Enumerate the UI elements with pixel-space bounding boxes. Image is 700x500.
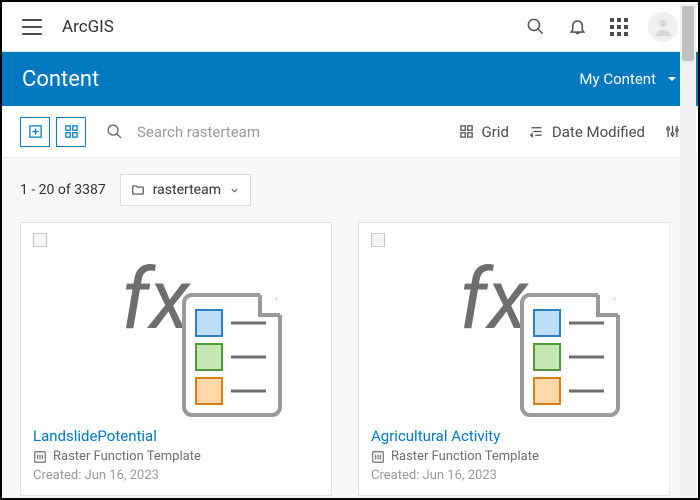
global-topbar: ArcGIS (2, 2, 698, 52)
filter-button[interactable] (665, 124, 680, 139)
content-banner: Content My Content (2, 52, 698, 106)
card-thumbnail: fx (33, 251, 319, 419)
folder-dropdown[interactable]: rasterteam (120, 174, 251, 206)
search-input[interactable] (137, 123, 447, 141)
card-date: Created: Jun 16, 2023 (371, 468, 657, 483)
card-subtitle: Raster Function Template (53, 449, 201, 464)
sliders-icon (665, 124, 680, 139)
card-title: LandslidePotential (33, 427, 319, 445)
item-card[interactable]: fx Agricultural Activity Raster Function… (358, 222, 670, 496)
page-title: Content (22, 67, 99, 92)
template-icon (371, 450, 385, 464)
sort-dropdown[interactable]: Date Modified (529, 123, 645, 141)
sort-label: Date Modified (552, 123, 645, 141)
content-toolbar: Grid Date Modified (2, 106, 698, 158)
result-count: 1 - 20 of 3387 (20, 182, 106, 198)
brand-label: ArcGIS (62, 17, 114, 37)
grid-toggle[interactable]: Grid (459, 123, 509, 141)
my-content-label: My Content (579, 70, 656, 88)
sort-icon (529, 124, 544, 139)
bell-icon[interactable] (556, 17, 598, 36)
caret-down-icon (666, 73, 678, 85)
apps-icon[interactable] (598, 18, 640, 36)
svg-text:fx: fx (459, 250, 529, 349)
avatar[interactable] (648, 12, 678, 42)
scrollbar-thumb[interactable] (682, 6, 694, 61)
template-icon (33, 450, 47, 464)
grid-icon (459, 124, 474, 139)
card-thumbnail: fx (371, 251, 657, 419)
item-card[interactable]: fx LandslidePotential Raster Function Te… (20, 222, 332, 496)
content-area: 1 - 20 of 3387 rasterteam fx (2, 158, 698, 498)
scrollbar[interactable] (680, 4, 696, 496)
folder-name: rasterteam (153, 182, 221, 198)
single-view-button[interactable] (20, 117, 50, 147)
card-subtitle: Raster Function Template (391, 449, 539, 464)
card-checkbox[interactable] (33, 233, 47, 247)
svg-text:fx: fx (121, 250, 191, 349)
my-content-dropdown[interactable]: My Content (579, 70, 678, 88)
card-title: Agricultural Activity (371, 427, 657, 445)
menu-icon[interactable] (22, 19, 42, 35)
grid-label: Grid (482, 123, 509, 141)
card-checkbox[interactable] (371, 233, 385, 247)
grid-view-button[interactable] (56, 117, 86, 147)
folder-icon (131, 183, 145, 197)
search-icon[interactable] (514, 17, 556, 36)
chevron-down-icon (229, 185, 240, 196)
search-icon (106, 123, 123, 140)
card-date: Created: Jun 16, 2023 (33, 468, 319, 483)
